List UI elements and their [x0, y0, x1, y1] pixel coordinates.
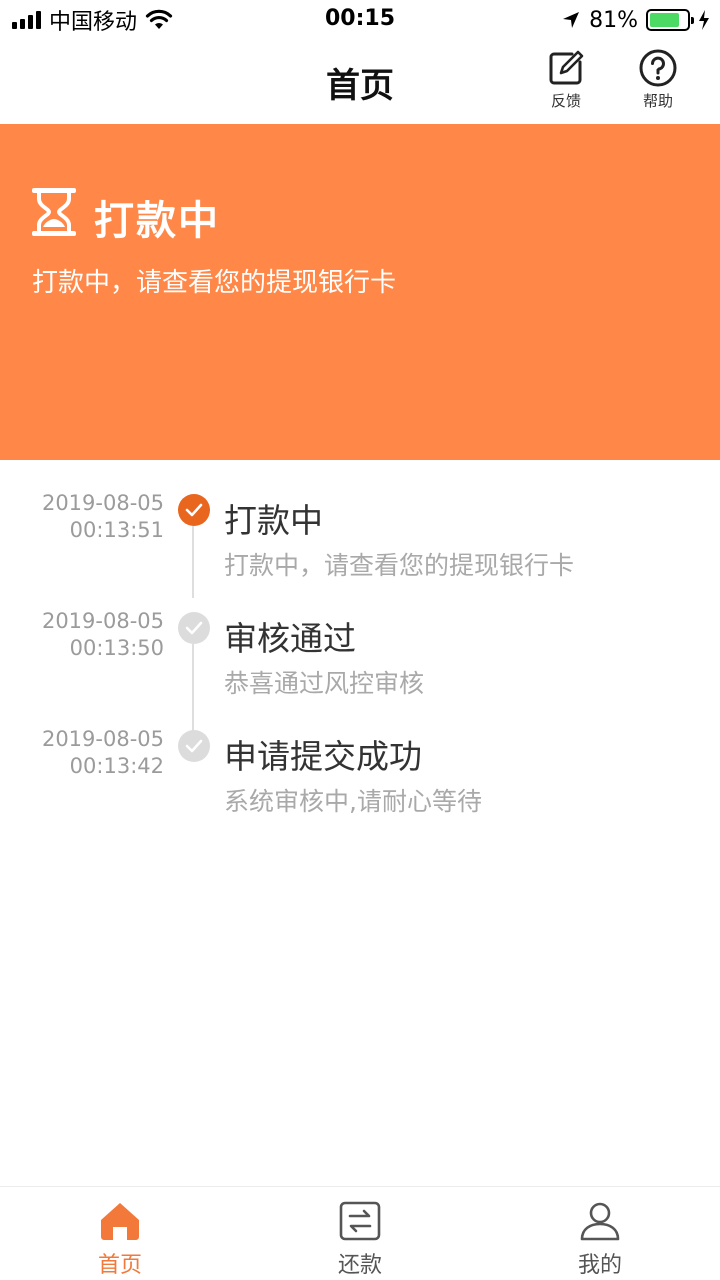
timeline-timestamp: 2019-08-05 00:13:51: [42, 490, 164, 544]
tab-mine[interactable]: 我的: [530, 1201, 670, 1279]
feedback-label: 反馈: [550, 92, 581, 110]
banner-title: 打款中: [94, 198, 220, 244]
check-icon: [185, 739, 203, 753]
navigation-bar: 首页 反馈 帮助: [0, 40, 720, 124]
timeline-timestamp: 2019-08-05 00:13:42: [42, 726, 164, 780]
timeline-date: 2019-08-05: [41, 491, 164, 515]
feedback-button[interactable]: 反馈: [534, 48, 598, 118]
timeline-title: 审核通过: [224, 619, 356, 658]
check-icon: [185, 503, 203, 517]
timeline-title: 打款中: [224, 501, 323, 540]
timeline-timestamp: 2019-08-05 00:13:50: [42, 608, 164, 662]
tab-bar: 首页 还款 我的: [0, 1186, 720, 1280]
timeline-date: 2019-08-05: [41, 727, 164, 751]
page-title: 首页: [326, 66, 394, 106]
timeline-time: 00:13:42: [69, 754, 164, 778]
timeline-item: 2019-08-05 00:13:51 打款中 打款中，请查看您的提现银行卡: [0, 460, 720, 580]
tab-label: 首页: [97, 1253, 142, 1278]
tab-home[interactable]: 首页: [50, 1201, 190, 1279]
check-icon: [185, 621, 203, 635]
tab-label: 还款: [337, 1253, 382, 1278]
help-button[interactable]: 帮助: [626, 48, 690, 118]
edit-icon: [549, 50, 584, 85]
timeline-time: 00:13:51: [69, 518, 164, 542]
exchange-icon: [339, 1201, 381, 1241]
timeline-item: 2019-08-05 00:13:50 审核通过 恭喜通过风控审核: [0, 578, 720, 698]
banner-subtitle: 打款中，请查看您的提现银行卡: [32, 268, 397, 298]
timeline-time: 00:13:50: [69, 636, 164, 660]
battery-level: [650, 13, 680, 27]
timeline-description: 打款中，请查看您的提现银行卡: [224, 551, 575, 580]
status-bar: 中国移动 00:15 81%: [0, 0, 720, 40]
person-icon: [580, 1202, 620, 1241]
battery-percent: 81%: [589, 7, 638, 33]
help-icon: [639, 49, 677, 87]
completed-step-indicator: [178, 730, 210, 762]
battery-icon: [646, 9, 694, 31]
timeline-description: 系统审核中,请耐心等待: [224, 787, 482, 816]
help-label: 帮助: [642, 92, 673, 110]
timeline-item: 2019-08-05 00:13:42 申请提交成功 系统审核中,请耐心等待: [0, 696, 720, 816]
tab-label: 我的: [577, 1253, 622, 1278]
timeline-description: 恭喜通过风控审核: [224, 669, 425, 698]
location-arrow-icon: [563, 12, 580, 28]
completed-step-indicator: [178, 612, 210, 644]
active-step-indicator: [178, 494, 210, 526]
home-icon: [101, 1203, 139, 1240]
tab-repay[interactable]: 还款: [290, 1201, 430, 1279]
charging-bolt-icon: [699, 10, 709, 30]
hourglass-icon: [32, 188, 76, 236]
timeline-date: 2019-08-05: [41, 609, 164, 633]
timeline-title: 申请提交成功: [224, 737, 422, 776]
